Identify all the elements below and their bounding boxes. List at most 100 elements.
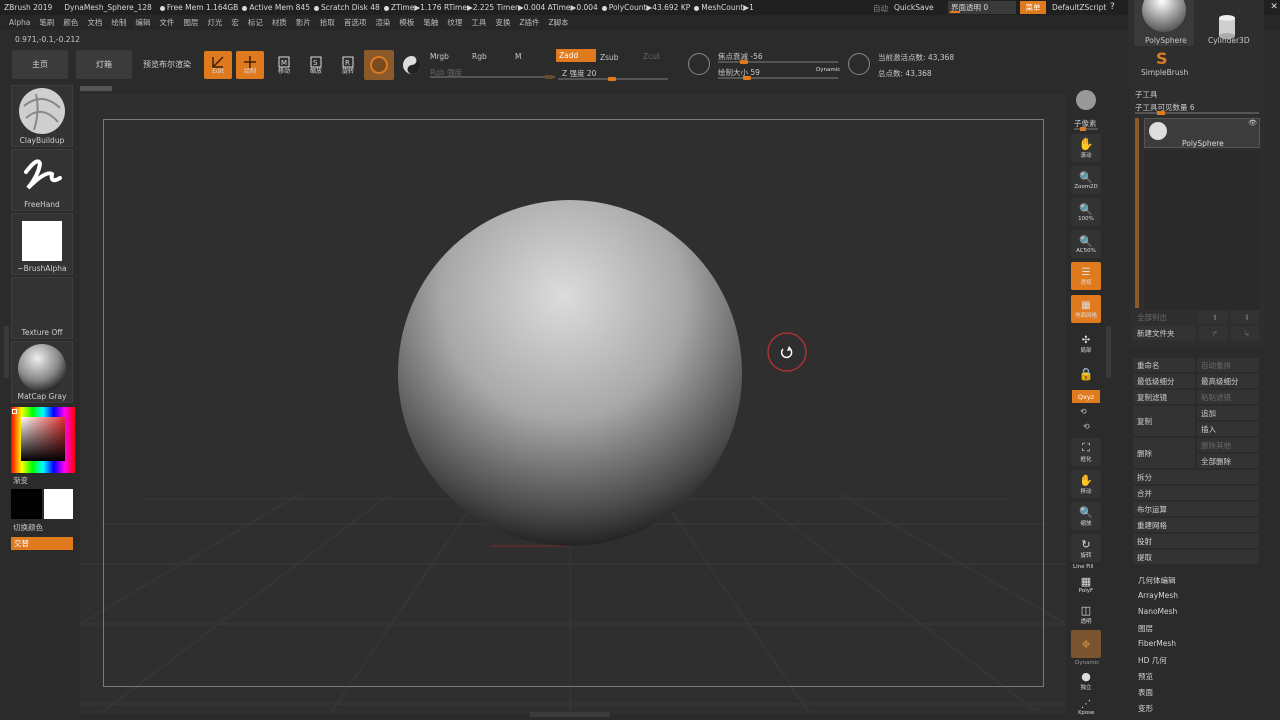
highest-res-button[interactable]: 最高级细分 xyxy=(1197,374,1259,388)
scroll-button[interactable]: ✋ 滚动 xyxy=(1071,134,1101,162)
rotate-z-icon[interactable]: ⟲ xyxy=(1083,422,1090,431)
lightbox-button[interactable]: 灯箱 xyxy=(76,50,132,79)
ghost-button[interactable]: ❖ xyxy=(1071,630,1101,658)
material-swatch-button[interactable] xyxy=(364,50,394,80)
quicksave-button[interactable]: QuickSave xyxy=(894,3,934,12)
alternate-button[interactable]: 交替 xyxy=(11,537,73,550)
tool-section-item[interactable]: HD 几何 xyxy=(1138,655,1167,666)
menu-item[interactable]: 图层 xyxy=(183,17,198,28)
auto-reorder-button[interactable]: 自动重排 xyxy=(1197,358,1259,372)
brush-selector[interactable]: ClayBuildup xyxy=(11,85,73,147)
floor-grid-button[interactable]: ▦ 地面网格 xyxy=(1071,295,1101,323)
color-picker[interactable] xyxy=(11,407,75,473)
switch-color-button[interactable]: 切换颜色 xyxy=(13,522,43,533)
visible-count-slider[interactable] xyxy=(1135,111,1259,115)
delete-all-button[interactable]: 全部删除 xyxy=(1197,454,1259,468)
focal-shift-slider[interactable] xyxy=(718,60,838,64)
split-section[interactable]: 拆分 xyxy=(1133,470,1259,484)
eye-icon[interactable]: 👁 xyxy=(1248,119,1257,127)
menu-item[interactable]: 文件 xyxy=(159,17,174,28)
move-up-icon[interactable]: ⬆ xyxy=(1199,310,1227,324)
scale-button[interactable]: S 缩放 xyxy=(302,51,330,79)
subtool-scrollbar[interactable] xyxy=(1135,118,1139,308)
append-button[interactable]: 追加 xyxy=(1197,406,1259,420)
menu-toggle-button[interactable]: 菜单 xyxy=(1020,1,1046,14)
transparency-button[interactable]: ◫ 透明 xyxy=(1071,600,1101,628)
bpr-button[interactable] xyxy=(1071,86,1101,114)
alpha-selector[interactable]: ~BrushAlpha xyxy=(11,213,73,275)
help-icon[interactable]: ? xyxy=(1110,2,1115,13)
polyframe-button[interactable]: ▦ PolyF xyxy=(1071,570,1101,598)
rgb-intensity-slider[interactable] xyxy=(430,75,555,79)
zcut-button[interactable]: Zcut xyxy=(643,52,660,61)
ui-transparency-slider[interactable]: 界面透明 0 xyxy=(948,1,1016,14)
menu-item[interactable]: Z插件 xyxy=(519,17,539,28)
extract-section[interactable]: 提取 xyxy=(1133,550,1259,564)
secondary-color-swatch[interactable] xyxy=(11,489,42,519)
menu-item[interactable]: 文档 xyxy=(87,17,102,28)
menu-item[interactable]: 颜色 xyxy=(63,17,78,28)
arrow-down-icon[interactable]: ↳ xyxy=(1231,326,1259,340)
rotate-view-button[interactable]: ↻ 旋转 xyxy=(1071,534,1101,562)
menu-item[interactable]: 灯光 xyxy=(207,17,222,28)
xyz-rotation-button[interactable]: Qxyz xyxy=(1072,390,1100,403)
preview-boolean-button[interactable]: 预览布尔渲染 xyxy=(138,50,196,79)
menu-item[interactable]: 绘制 xyxy=(111,17,126,28)
perspective-button[interactable]: ☰ 透视 xyxy=(1071,262,1101,290)
actual-size-button[interactable]: 🔍 100% xyxy=(1071,198,1101,226)
texture-selector[interactable]: Texture Off xyxy=(11,277,73,339)
menu-item[interactable]: 编辑 xyxy=(135,17,150,28)
tool-section-item[interactable]: 表面 xyxy=(1138,687,1153,698)
stroke-selector[interactable]: FreeHand xyxy=(11,149,73,211)
scale-view-button[interactable]: 🔍 缩放 xyxy=(1071,502,1101,530)
boolean-section[interactable]: 布尔运算 xyxy=(1133,502,1259,516)
gradient-label[interactable]: 渐变 xyxy=(13,475,28,486)
merge-section[interactable]: 合并 xyxy=(1133,486,1259,500)
half-size-button[interactable]: 🔍 AC50% xyxy=(1071,230,1101,258)
zsub-button[interactable]: Zsub xyxy=(600,53,619,62)
dynamic-toggle[interactable]: Dynamic xyxy=(816,67,840,73)
solo-button[interactable]: ● 独立 xyxy=(1071,666,1101,694)
move-button[interactable]: M 移动 xyxy=(270,51,298,79)
menu-item[interactable]: 影片 xyxy=(296,17,311,28)
tool-section-item[interactable]: NanoMesh xyxy=(1138,607,1177,616)
new-folder-button[interactable]: 新建文件夹 xyxy=(1133,326,1195,340)
menu-item[interactable]: Z脚本 xyxy=(548,17,568,28)
home-button[interactable]: 主页 xyxy=(12,50,68,79)
zoom2d-button[interactable]: 🔍 Zoom2D xyxy=(1071,166,1101,194)
menu-item[interactable]: 工具 xyxy=(471,17,486,28)
delete-button[interactable]: 删除 xyxy=(1133,438,1195,468)
default-zscript-button[interactable]: DefaultZScript xyxy=(1052,3,1106,12)
frame-button[interactable]: ⛶ 框化 xyxy=(1071,438,1101,466)
subpixel-slider[interactable] xyxy=(1074,127,1098,131)
menu-item[interactable]: 拾取 xyxy=(320,17,335,28)
duplicate-button[interactable]: 复制 xyxy=(1133,406,1195,436)
menu-item[interactable]: 标记 xyxy=(248,17,263,28)
draw-button[interactable]: 绘制 xyxy=(236,51,264,79)
rotate-y-icon[interactable]: ⟲ xyxy=(1080,407,1087,416)
sphere-material-button[interactable] xyxy=(398,51,426,79)
focal-shift-icon[interactable] xyxy=(688,53,710,75)
paste-filter-button[interactable]: 粘贴滤镜 xyxy=(1197,390,1259,404)
list-all-button[interactable]: 全部列出 xyxy=(1133,310,1195,324)
move-down-icon[interactable]: ⬇ xyxy=(1231,310,1259,324)
subtool-title[interactable]: 子工具 xyxy=(1135,89,1158,100)
menu-item[interactable]: 宏 xyxy=(231,17,239,28)
menu-item[interactable]: 模板 xyxy=(399,17,414,28)
draw-size-slider[interactable] xyxy=(718,76,838,80)
material-selector[interactable]: MatCap Gray xyxy=(11,341,73,403)
arrow-up-icon[interactable]: ↱ xyxy=(1199,326,1227,340)
left-dock-handle[interactable] xyxy=(4,326,9,378)
insert-button[interactable]: 插入 xyxy=(1197,422,1259,436)
tool-section-item[interactable]: 图层 xyxy=(1138,623,1153,634)
rgb-button[interactable]: Rgb xyxy=(472,52,487,61)
project-section[interactable]: 投射 xyxy=(1133,534,1259,548)
canvas-scroll-handle[interactable] xyxy=(80,86,112,91)
tool-section-item[interactable]: ArrayMesh xyxy=(1138,591,1178,600)
menu-item[interactable]: 首选项 xyxy=(344,17,367,28)
xpose-button[interactable]: ⋰ Xpose xyxy=(1071,694,1101,720)
mrgb-button[interactable]: Mrgb xyxy=(430,52,449,61)
zadd-button[interactable]: Zadd xyxy=(556,49,596,62)
tool-section-item[interactable]: 预览 xyxy=(1138,671,1153,682)
right-dock-handle[interactable] xyxy=(1106,326,1111,378)
